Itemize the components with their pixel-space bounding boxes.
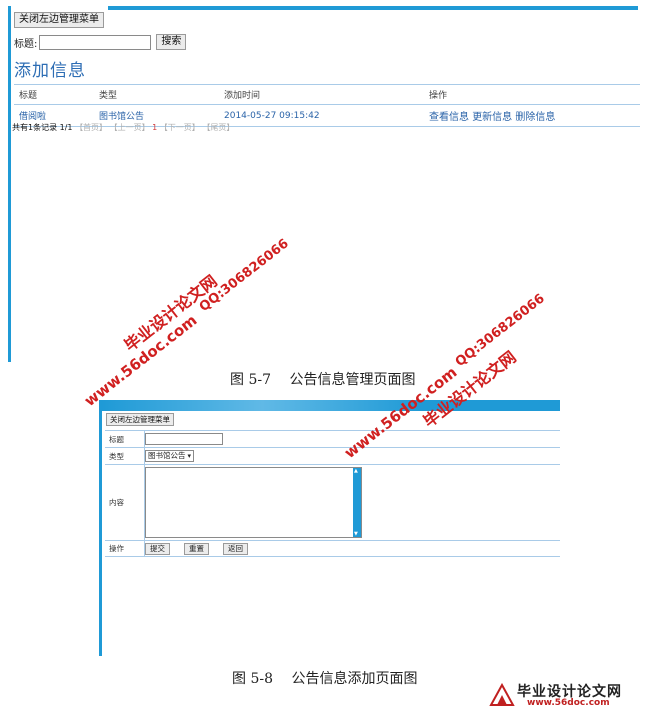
- back-button[interactable]: 返回: [223, 542, 248, 555]
- type-select-value: 图书馆公告: [148, 451, 186, 460]
- prev-page-link[interactable]: 【上一页】: [110, 123, 150, 132]
- pagination: 共有1条记录 1/1 【首页】 【上一页】 1 【下一页】 【尾页】: [12, 122, 234, 133]
- textarea-scrollbar[interactable]: [353, 468, 361, 537]
- cell-time: 2014-05-27 09:15:42: [219, 104, 424, 127]
- content-textarea[interactable]: [145, 467, 362, 538]
- column-header-type: 类型: [94, 84, 219, 105]
- form-row-actions: 操作 提交 重置 返回: [105, 540, 560, 557]
- page-indicator: 1/1: [59, 123, 73, 132]
- search-button[interactable]: 搜索: [156, 34, 187, 50]
- search-input[interactable]: [39, 34, 152, 50]
- logo-mark-icon: [489, 683, 515, 706]
- column-header-actions: 操作: [424, 84, 640, 105]
- title-input[interactable]: [145, 433, 223, 445]
- notice-table: 标题 类型 添加时间 操作 借阅啦 图书馆公告 2014-05-27 09:15…: [14, 84, 640, 127]
- close-left-menu-button[interactable]: 关闭左边管理菜单: [14, 12, 104, 28]
- delete-info-link[interactable]: 删除信息: [515, 112, 555, 123]
- current-page: 1: [152, 123, 158, 132]
- title-label: 标题: [109, 434, 124, 444]
- reset-button[interactable]: 重置: [184, 542, 209, 555]
- view-info-link[interactable]: 查看信息: [429, 112, 469, 123]
- update-info-link[interactable]: 更新信息: [472, 112, 512, 123]
- site-logo: 毕业设计论文网 www.56doc.com: [487, 681, 652, 709]
- cell-actions: 查看信息 更新信息 删除信息: [424, 104, 640, 127]
- type-select[interactable]: 图书馆公告 ▾: [145, 450, 195, 462]
- form-row-content: 内容: [105, 464, 560, 541]
- figure-caption-5-8: 图 5-8 公告信息添加页面图: [232, 671, 418, 687]
- figure-caption-5-7: 图 5-7 公告信息管理页面图: [230, 372, 416, 388]
- notice-management-screenshot: 关闭左边管理菜单 标题: 搜索 添加信息 标题 类型 添加时间 操作 借阅啦 图…: [8, 6, 640, 364]
- column-header-title: 标题: [14, 84, 94, 105]
- chevron-down-icon: ▾: [187, 452, 192, 460]
- search-label: 标题:: [14, 38, 38, 50]
- top-accent-bar: [108, 6, 638, 10]
- top-accent-bar: [102, 400, 560, 411]
- content-label: 内容: [109, 498, 124, 507]
- left-accent-bar: [8, 6, 11, 362]
- close-left-menu-button[interactable]: 关闭左边管理菜单: [106, 413, 174, 426]
- submit-button[interactable]: 提交: [145, 542, 170, 555]
- next-page-link[interactable]: 【下一页】: [160, 123, 200, 132]
- add-notice-form: 标题 类型 图书馆公告 ▾ 内容 操作 提交: [105, 430, 560, 557]
- type-label: 类型: [109, 451, 124, 461]
- last-page-link[interactable]: 【尾页】: [202, 123, 234, 132]
- left-accent-bar: [99, 400, 102, 656]
- record-count: 共有1条记录: [12, 123, 58, 132]
- form-row-title: 标题: [105, 430, 560, 448]
- actions-label: 操作: [109, 544, 124, 553]
- column-header-time: 添加时间: [219, 84, 424, 105]
- notice-add-screenshot: 关闭左边管理菜单 标题 类型 图书馆公告 ▾ 内容 ▲ ▼ 操作 提交 重置 返…: [99, 400, 560, 658]
- first-page-link[interactable]: 【首页】: [75, 123, 107, 132]
- page-title[interactable]: 添加信息: [14, 56, 86, 81]
- logo-site: www.56doc.com: [527, 698, 610, 708]
- table-header-row: 标题 类型 添加时间 操作: [14, 84, 640, 105]
- search-bar: 标题: 搜索: [14, 34, 187, 50]
- form-row-type: 类型 图书馆公告 ▾: [105, 447, 560, 465]
